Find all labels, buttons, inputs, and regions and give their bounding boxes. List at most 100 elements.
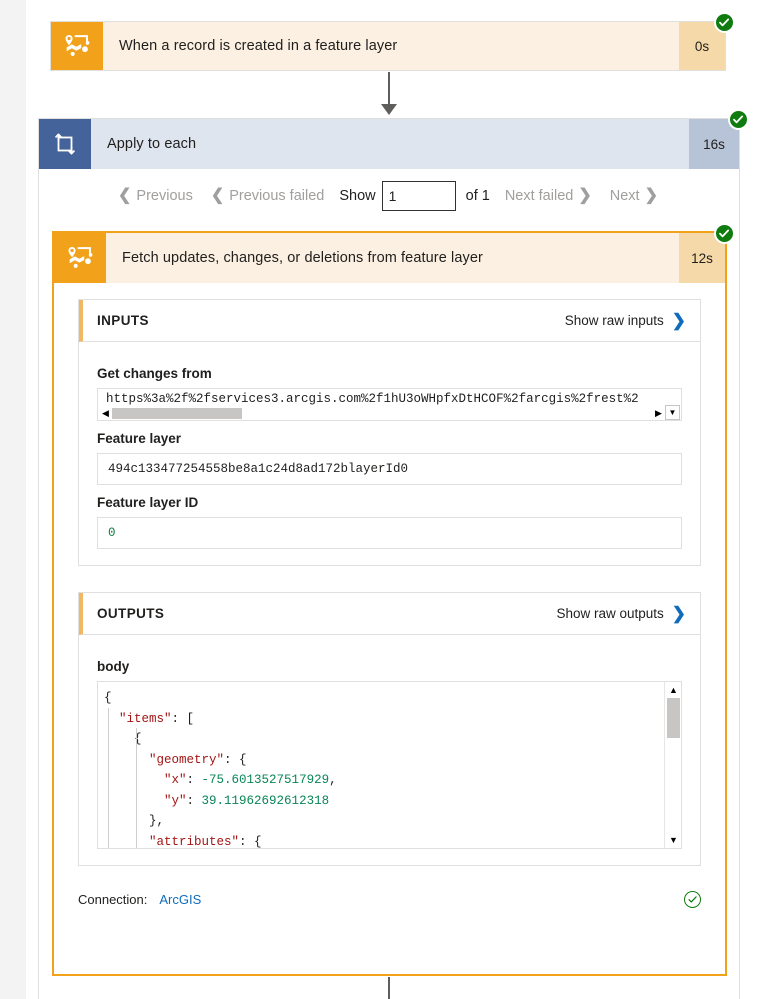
canvas-left-gutter xyxy=(0,0,26,999)
status-badge-success xyxy=(728,109,749,130)
scroll-down-arrow-icon[interactable]: ▼ xyxy=(665,833,681,847)
feature-layer-id-value: 0 xyxy=(108,526,116,540)
feature-layer-label: Feature layer xyxy=(97,431,182,446)
apply-to-each-header[interactable]: Apply to each 16s xyxy=(39,109,749,169)
connection-label: Connection: xyxy=(78,891,148,907)
outputs-panel: OUTPUTS Show raw outputs ❯ body { "items… xyxy=(78,592,701,866)
json-token: : { xyxy=(224,752,247,767)
status-badge-success xyxy=(714,12,735,33)
json-token: : { xyxy=(239,834,262,849)
json-token: : xyxy=(186,773,202,787)
json-token: "geometry" xyxy=(149,752,225,767)
json-token: "attributes" xyxy=(149,834,240,849)
vertical-scrollbar[interactable]: ▲ ▼ xyxy=(664,682,681,848)
json-token: "y" xyxy=(164,793,187,808)
json-indent-guide xyxy=(136,728,137,848)
json-line: "x": -75.6013527517929, xyxy=(104,770,664,791)
inputs-panel: INPUTS Show raw inputs ❯ Get changes fro… xyxy=(78,299,701,566)
chevron-left-icon: ❮ xyxy=(118,187,132,204)
json-line: { xyxy=(104,688,664,709)
chevron-right-icon: ❯ xyxy=(671,311,686,330)
connection-status-icon xyxy=(684,890,701,908)
expand-dropdown-icon[interactable]: ▼ xyxy=(665,405,680,420)
flow-connector-1 xyxy=(388,72,390,105)
show-raw-outputs-label: Show raw outputs xyxy=(556,606,664,621)
next-failed-button[interactable]: Next failed ❯ xyxy=(496,187,601,205)
inputs-panel-header: INPUTS Show raw inputs ❯ xyxy=(79,300,700,342)
json-token: "x" xyxy=(164,773,187,787)
body-json-viewer[interactable]: { "items": [ { "geometry": { "x": -75.60… xyxy=(97,681,682,849)
arcgis-feature-layer-icon xyxy=(54,233,106,283)
feature-layer-value: 494c133477254558be8a1c24d8ad172blayerId0 xyxy=(108,462,409,476)
apply-to-each-loop-icon xyxy=(39,119,91,169)
horizontal-scroll-thumb[interactable] xyxy=(112,407,242,419)
arcgis-feature-layer-icon xyxy=(51,22,103,70)
horizontal-scrollbar[interactable]: ◀ ▶ xyxy=(99,406,665,420)
json-indent-guide xyxy=(108,708,109,848)
show-raw-outputs-button[interactable]: Show raw outputs ❯ xyxy=(556,605,686,622)
get-changes-from-label: Get changes from xyxy=(97,366,212,381)
outputs-panel-body: body { "items": [ { "geometry": { "x": -… xyxy=(79,635,700,865)
feature-layer-field[interactable]: 494c133477254558be8a1c24d8ad172blayerId0 xyxy=(97,453,682,485)
previous-button-label: Previous xyxy=(136,188,193,204)
json-line: { xyxy=(104,729,664,750)
scroll-right-arrow-icon[interactable]: ▶ xyxy=(652,408,665,418)
iteration-page-input[interactable] xyxy=(381,181,456,211)
json-token: { xyxy=(104,691,112,705)
chevron-right-icon: ❯ xyxy=(644,187,658,204)
chevron-right-icon: ❯ xyxy=(578,187,592,204)
fetch-updates-action-card[interactable]: Fetch updates, changes, or deletions fro… xyxy=(52,223,735,976)
chevron-right-icon: ❯ xyxy=(671,604,686,623)
iteration-pager: ❮ Previous ❮ Previous failed Show of 1 N… xyxy=(39,169,739,223)
json-token: "items" xyxy=(119,711,172,726)
vertical-scroll-thumb[interactable] xyxy=(667,698,680,738)
outputs-heading: OUTPUTS xyxy=(97,606,165,621)
get-changes-from-field[interactable]: https%3a%2f%2fservices3.arcgis.com%2f1hU… xyxy=(97,388,682,421)
apply-to-each-title: Apply to each xyxy=(107,136,197,152)
previous-failed-button-label: Previous failed xyxy=(229,188,325,204)
scroll-left-arrow-icon[interactable]: ◀ xyxy=(99,408,112,418)
json-token: , xyxy=(329,773,337,787)
action-title: Fetch updates, changes, or deletions fro… xyxy=(122,250,483,266)
flow-connector-arrow-1 xyxy=(381,104,397,115)
json-line: }, xyxy=(104,811,664,832)
show-label: Show xyxy=(339,188,376,204)
json-line: "geometry": { xyxy=(104,750,664,771)
json-token: : xyxy=(186,793,202,808)
body-json-content: { "items": [ { "geometry": { "x": -75.60… xyxy=(98,682,664,848)
json-token: : [ xyxy=(171,711,195,726)
next-button-label: Next xyxy=(609,188,640,204)
previous-button[interactable]: ❮ Previous xyxy=(109,187,202,205)
connection-row: Connection: ArcGIS xyxy=(78,882,701,916)
get-changes-from-value: https%3a%2f%2fservices3.arcgis.com%2f1hU… xyxy=(106,392,639,406)
horizontal-scroll-track[interactable] xyxy=(112,407,652,419)
json-token: 39.11962692612318 xyxy=(201,793,330,808)
next-failed-button-label: Next failed xyxy=(504,188,574,204)
inputs-heading: INPUTS xyxy=(97,313,149,328)
run-history-canvas: When a record is created in a feature la… xyxy=(0,0,760,999)
scroll-up-arrow-icon[interactable]: ▲ xyxy=(665,683,681,697)
action-header[interactable]: Fetch updates, changes, or deletions fro… xyxy=(54,223,735,283)
feature-layer-id-field[interactable]: 0 xyxy=(97,517,682,549)
trigger-header[interactable]: When a record is created in a feature la… xyxy=(51,12,735,70)
trigger-card[interactable]: When a record is created in a feature la… xyxy=(50,12,735,71)
next-button[interactable]: Next ❯ xyxy=(601,187,667,205)
json-token: }, xyxy=(149,814,165,828)
trigger-title: When a record is created in a feature la… xyxy=(119,38,398,54)
body-label: body xyxy=(97,659,130,674)
feature-layer-id-label: Feature layer ID xyxy=(97,495,199,510)
connection-link[interactable]: ArcGIS xyxy=(159,892,201,907)
inputs-panel-body: Get changes from https%3a%2f%2fservices3… xyxy=(79,342,700,565)
json-line: "y": 39.11962692612318 xyxy=(104,791,664,812)
page-total-label: of 1 xyxy=(465,188,490,204)
flow-connector-2 xyxy=(388,977,390,999)
outputs-panel-header: OUTPUTS Show raw outputs ❯ xyxy=(79,593,700,635)
show-raw-inputs-button[interactable]: Show raw inputs ❯ xyxy=(565,312,686,329)
json-line: "items": [ xyxy=(104,709,664,730)
show-raw-inputs-label: Show raw inputs xyxy=(564,313,664,328)
chevron-left-icon: ❮ xyxy=(210,187,225,204)
json-token: -75.6013527517929 xyxy=(201,773,330,787)
status-badge-success xyxy=(714,223,735,244)
json-line: "attributes": { xyxy=(104,832,664,849)
previous-failed-button[interactable]: ❮ Previous failed xyxy=(202,187,334,205)
